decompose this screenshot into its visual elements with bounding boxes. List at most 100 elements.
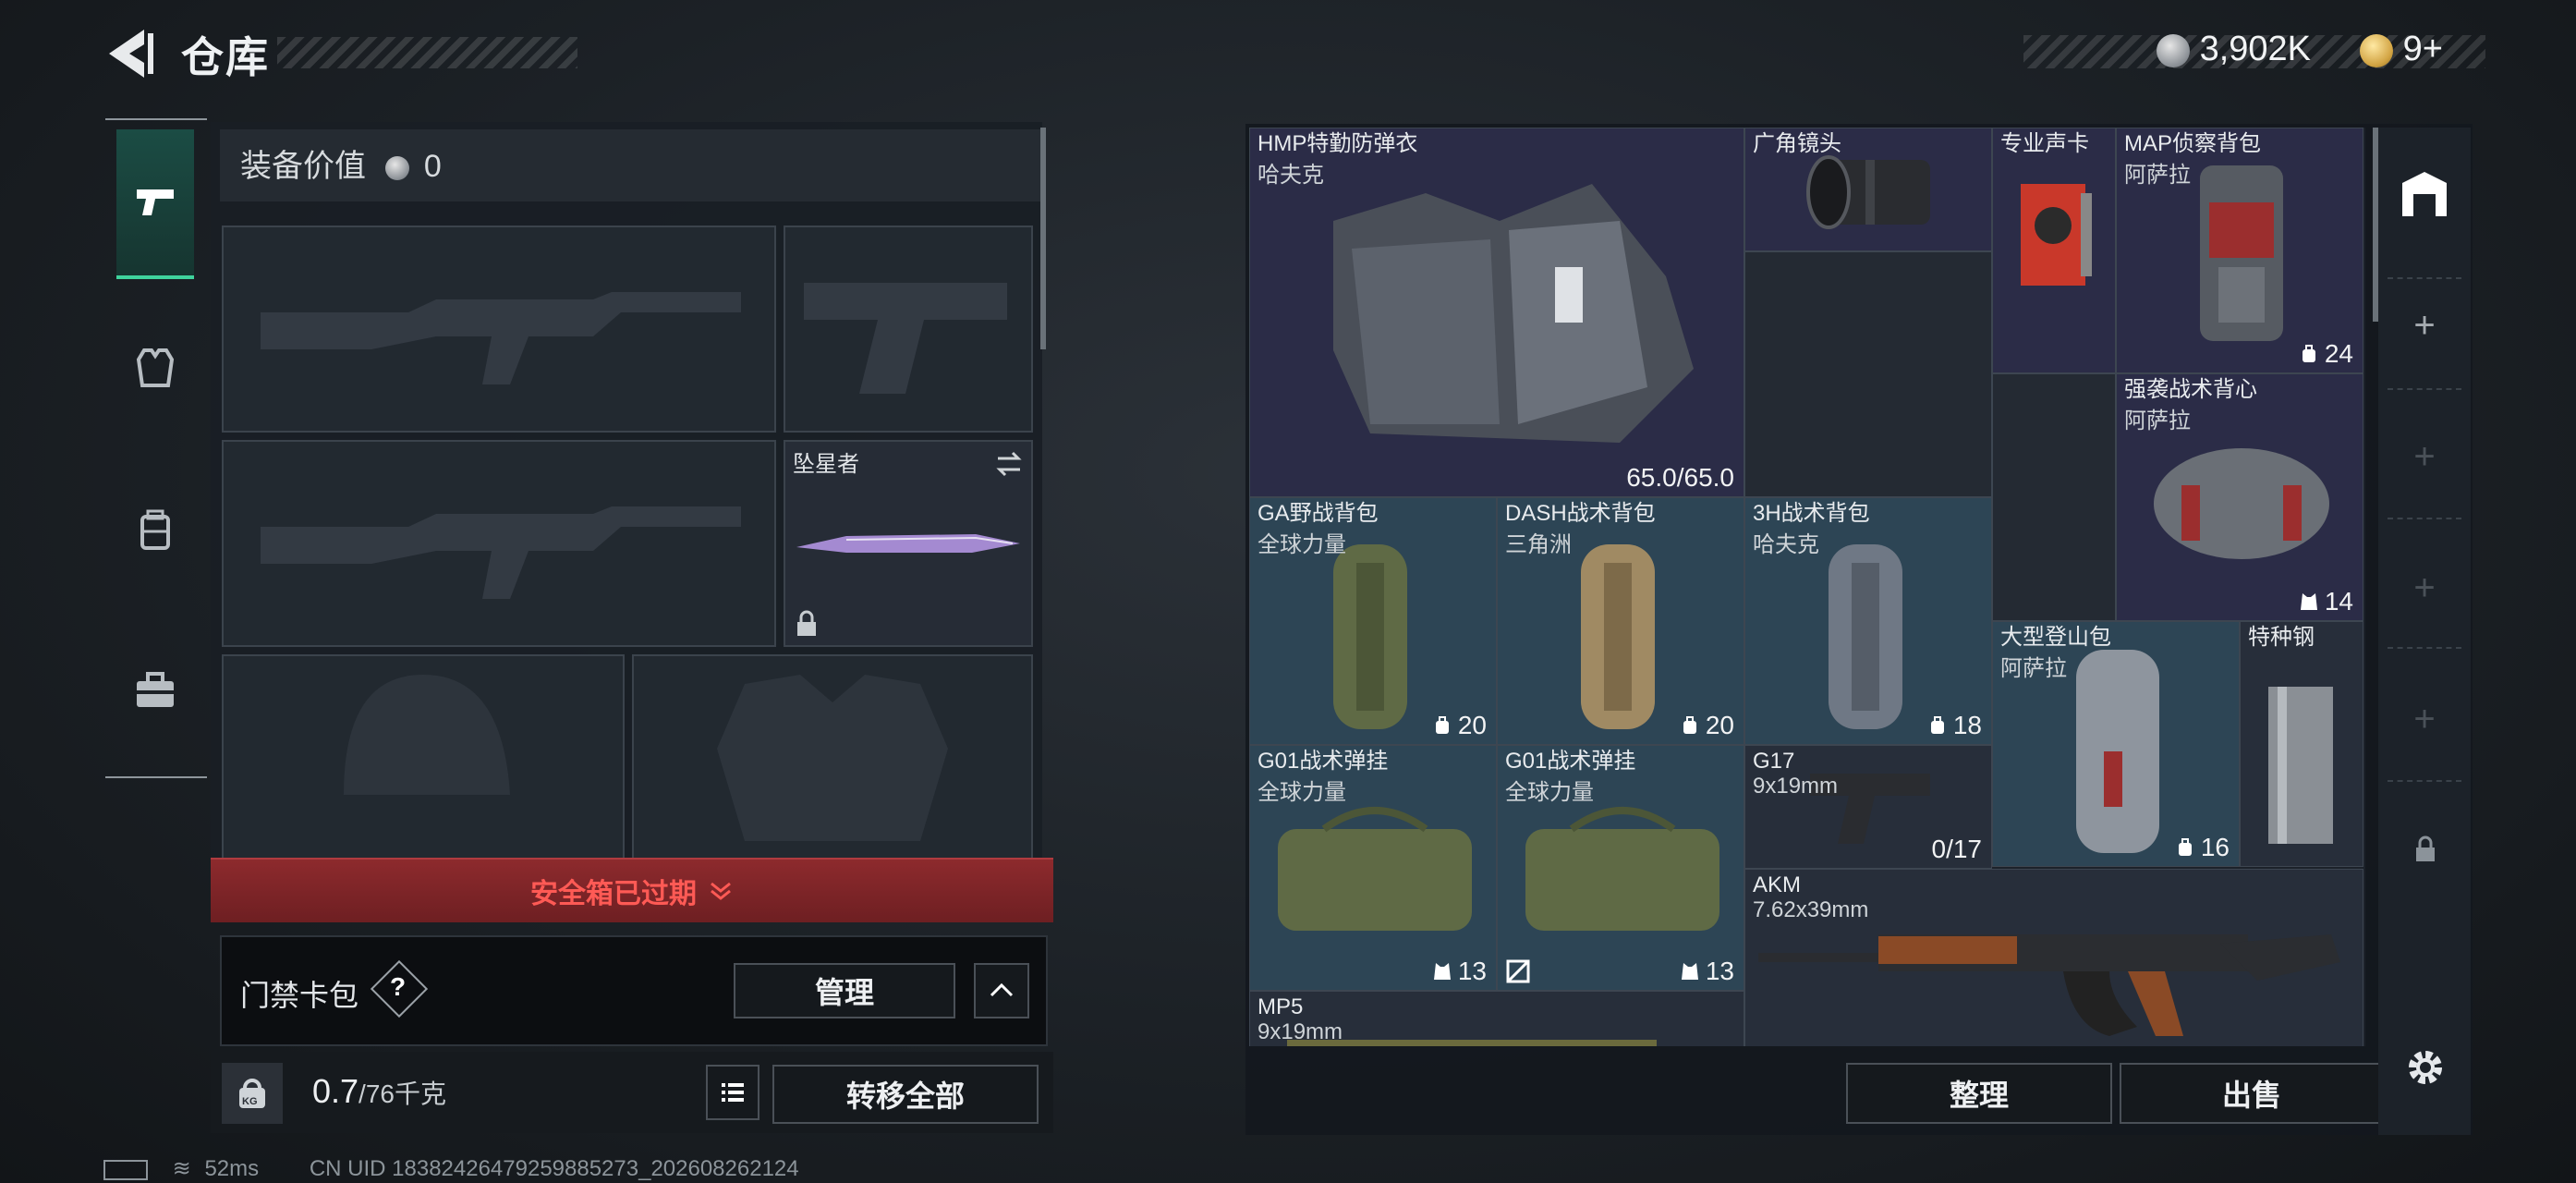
silver-amount: 3,902K [2199,30,2312,68]
item-capacity-value: 14 [2324,587,2353,616]
item-capacity-value: 20 [1705,711,1734,739]
swap-icon[interactable] [994,449,1024,479]
stash-item[interactable]: HMP特勤防弹衣 哈夫克 65.0/65.0 [1249,128,1744,497]
stash-item[interactable]: 特种钢 [2240,621,2363,867]
item-capacity: 16 [2175,833,2230,862]
keycard-label: 门禁卡包 [240,979,359,1012]
silver-currency[interactable]: 3,902K [2157,30,2311,69]
weight-capacity: /76千克 [358,1079,446,1108]
body-armor-icon [1333,184,1694,443]
sell-button[interactable]: 出售 [2120,1063,2384,1124]
stash-item[interactable]: 大型登山包 阿萨拉 16 [1992,621,2240,867]
help-icon[interactable]: ? [390,972,406,1002]
tab-weapons[interactable] [116,129,194,279]
chest-rig-icon [1278,807,1472,931]
tab-armor[interactable] [116,327,194,407]
stash-item[interactable]: GA野战背包 全球力量 20 [1249,497,1497,745]
add-container-button[interactable]: + [2406,569,2443,606]
list-view-button[interactable] [706,1065,759,1120]
backpack-icon [1581,544,1655,729]
no-insure-icon [1506,959,1530,983]
pistol-silhouette-icon [804,283,1007,394]
armor-vest-icon [136,348,175,387]
item-capacity: 18 [1927,711,1982,740]
helmet-slot[interactable] [222,654,625,861]
item-brand: 全球力量 [1258,532,1346,557]
camera-lens-icon [1806,155,1930,229]
stash-item[interactable]: 专业声卡 [1992,128,2116,373]
body-armor-slot[interactable] [632,654,1033,861]
item-name: 专业声卡 [2000,131,2089,156]
collapse-button[interactable] [974,963,1029,1018]
safebox-warning[interactable]: 安全箱已过期 [211,858,1053,922]
item-capacity-value: 13 [1705,957,1734,985]
stash-item[interactable]: MP5 9x19mm [1249,991,1744,1046]
gold-currency[interactable]: 9+ [2360,30,2443,69]
sort-button[interactable]: 整理 [1846,1063,2112,1124]
chest-rig-icon [1525,807,1719,931]
item-brand: 阿萨拉 [2124,163,2191,188]
equip-value-amount: 0 [423,149,442,184]
backpack-capacity-icon [2302,345,2315,362]
melee-slot[interactable]: 坠星者 [784,440,1033,647]
item-name: GA野战背包 [1258,501,1379,526]
backpack-icon [2076,650,2159,853]
stash-item[interactable]: DASH战术背包 三角洲 20 [1497,497,1744,745]
stash-item[interactable]: G01战术弹挂 全球力量 13 [1249,745,1497,991]
stash-container-button[interactable] [2397,166,2452,222]
add-container-button[interactable]: + [2406,701,2443,738]
knife-icon [796,534,1020,553]
container-divider [2388,388,2461,390]
add-container-button[interactable]: + [2406,307,2443,344]
stash-item[interactable]: 强袭战术背心 阿萨拉 14 [2116,373,2363,621]
keycard-panel: 门禁卡包 ? 管理 [220,935,1048,1046]
equip-value-label: 装备价值 [240,149,366,184]
container-divider [2388,647,2461,649]
item-brand: 哈夫克 [1753,532,1819,557]
tab-case[interactable] [116,651,194,730]
item-capacity-value: 13 [1457,957,1487,985]
empty-cell[interactable] [1992,373,2116,621]
primary-weapon-slot[interactable] [222,226,776,433]
item-brand: 阿萨拉 [2124,409,2191,433]
back-button[interactable] [103,26,155,81]
tab-backpack[interactable] [116,490,194,569]
stash-item[interactable]: AKM 7.62x39mm [1744,869,2363,1046]
stash-item[interactable]: MAP侦察背包 阿萨拉 24 [2116,128,2363,373]
item-name: HMP特勤防弹衣 [1258,131,1418,156]
container-divider [2388,780,2461,782]
stash-item[interactable]: 广角镜头 [1744,128,1992,251]
tabs-bottom-divider [105,776,207,778]
lock-icon [797,610,816,636]
sound-card-icon [2021,184,2092,286]
item-brand: 哈夫克 [1258,163,1324,188]
sidearm-slot[interactable] [784,226,1033,433]
manage-button[interactable]: 管理 [734,963,955,1018]
stash-item[interactable]: G17 9x19mm 0/17 [1744,745,1992,869]
vest-capacity-icon [1681,963,1698,980]
loadout-scrollbar[interactable] [1040,128,1046,349]
item-name: DASH战术背包 [1505,501,1656,526]
vest-capacity-icon [2300,593,2317,610]
item-durability: 65.0/65.0 [1626,463,1734,492]
item-brand: 三角洲 [1505,532,1572,557]
page-title: 仓库 [181,33,270,81]
secondary-weapon-slot[interactable] [222,440,776,647]
ping-value: 52ms [204,1156,260,1181]
item-brand: 全球力量 [1258,780,1346,805]
transfer-all-button[interactable]: 转移全部 [772,1065,1039,1124]
item-caliber: 9x19mm [1258,1019,1343,1044]
item-capacity-value: 16 [2200,833,2230,861]
back-arrow-icon [109,30,153,78]
backpack-capacity-icon [1930,716,1944,734]
stash-item[interactable]: 3H战术背包 哈夫克 18 [1744,497,1992,745]
item-capacity: 24 [2299,339,2353,369]
vest-silhouette-icon [717,675,948,841]
item-name: G01战术弹挂 [1505,749,1636,774]
settings-gear-icon[interactable] [2402,1044,2448,1091]
empty-cell[interactable] [1744,251,1992,497]
stash-item[interactable]: G01战术弹挂 全球力量 13 [1497,745,1744,991]
item-capacity: 20 [1432,711,1487,740]
item-ammo: 0/17 [1931,835,1983,863]
add-container-button[interactable]: + [2406,438,2443,475]
